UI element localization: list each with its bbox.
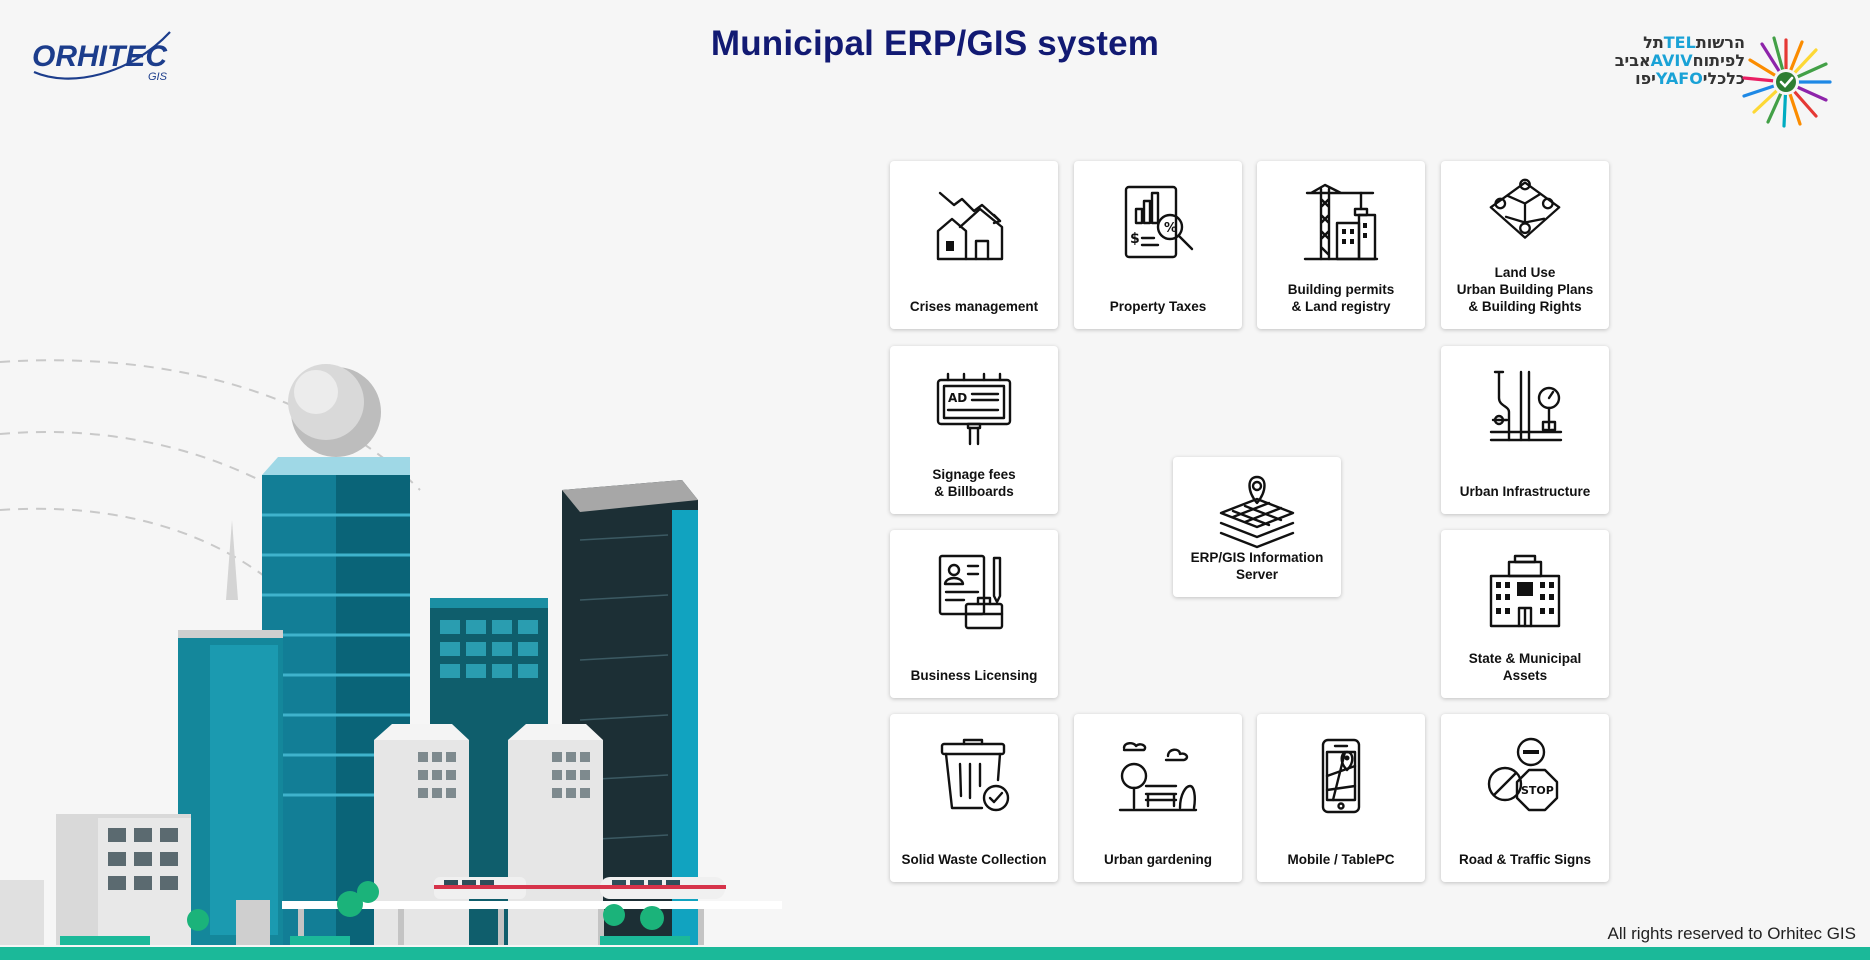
tel-aviv-economic-logo: תלTELהרשות אביבAVIVלפיתוח יפוYAFOכלכלי [1600,34,1832,130]
tile-label: State & Municipal Assets [1468,651,1582,683]
layers-pin-icon [1219,475,1295,549]
tile-property-taxes[interactable]: % $ Property Taxes [1074,161,1242,329]
tile-road-traffic-signs[interactable]: STOP Road & Traffic Signs [1441,714,1609,882]
tel-aviv-logo-text: תלTELהרשות אביבAVIVלפיתוח יפוYAFOכלכלי [1614,33,1745,88]
footer-bar [0,947,1870,960]
tile-label: Mobile / TablePC [1287,852,1395,867]
tile-crises-management[interactable]: Crises management [890,161,1058,329]
tile-label: Property Taxes [1109,299,1207,314]
tile-urban-gardening[interactable]: Urban gardening [1074,714,1242,882]
mobile-map-icon [1321,738,1361,814]
crane-building-icon [1303,183,1379,261]
tile-land-use[interactable]: Land Use Urban Building Plans & Building… [1441,161,1609,329]
tile-label: Solid Waste Collection [901,852,1047,867]
tile-signage-fees[interactable]: AD Signage fees & Billboards [890,346,1058,514]
pipes-gauge-icon [1489,370,1563,442]
stop-sign-text: STOP [1521,784,1554,797]
park-bench-icon [1118,742,1198,812]
tile-erp-gis-server[interactable]: ERP/GIS Information Server [1173,457,1341,597]
tile-state-municipal-assets[interactable]: State & Municipal Assets [1441,530,1609,698]
tile-label: Urban Infrastructure [1459,484,1591,499]
map-pins-icon [1489,178,1561,239]
copyright-text: All rights reserved to Orhitec GIS [1607,924,1856,943]
trash-bin-icon [940,738,1010,812]
tile-mobile-tablepc[interactable]: Mobile / TablePC [1257,714,1425,882]
stop-sign-icon: STOP [1487,737,1559,812]
svg-text:%: % [1164,221,1177,236]
city-illustration [0,359,782,945]
tile-label: ERP/GIS Information Server [1190,550,1324,582]
tile-label: Business Licensing [910,668,1038,683]
tile-solid-waste[interactable]: Solid Waste Collection [890,714,1058,882]
tile-building-permits[interactable]: Building permits & Land registry [1257,161,1425,329]
billboard-text: AD [948,391,967,405]
orhitec-logo-sub: GIS [148,71,168,83]
tile-label: Road & Traffic Signs [1458,852,1592,867]
tile-business-licensing[interactable]: Business Licensing [890,530,1058,698]
billboard-icon: AD [936,372,1012,446]
sunburst-icon [1742,36,1832,128]
tile-label: Building permits & Land registry [1287,282,1395,314]
house-decline-icon [936,191,1004,261]
tax-report-icon: % $ [1124,185,1194,259]
page-title: Municipal ERP/GIS system [710,24,1160,63]
tile-label: Land Use Urban Building Plans & Building… [1456,265,1594,314]
tile-label: Signage fees & Billboards [932,467,1016,499]
tile-label: Urban gardening [1103,852,1212,867]
tile-urban-infrastructure[interactable]: Urban Infrastructure [1441,346,1609,514]
tile-label: Crises management [909,299,1039,314]
svg-text:$: $ [1130,231,1140,247]
municipal-building-icon [1489,554,1561,628]
license-document-icon [938,554,1004,630]
